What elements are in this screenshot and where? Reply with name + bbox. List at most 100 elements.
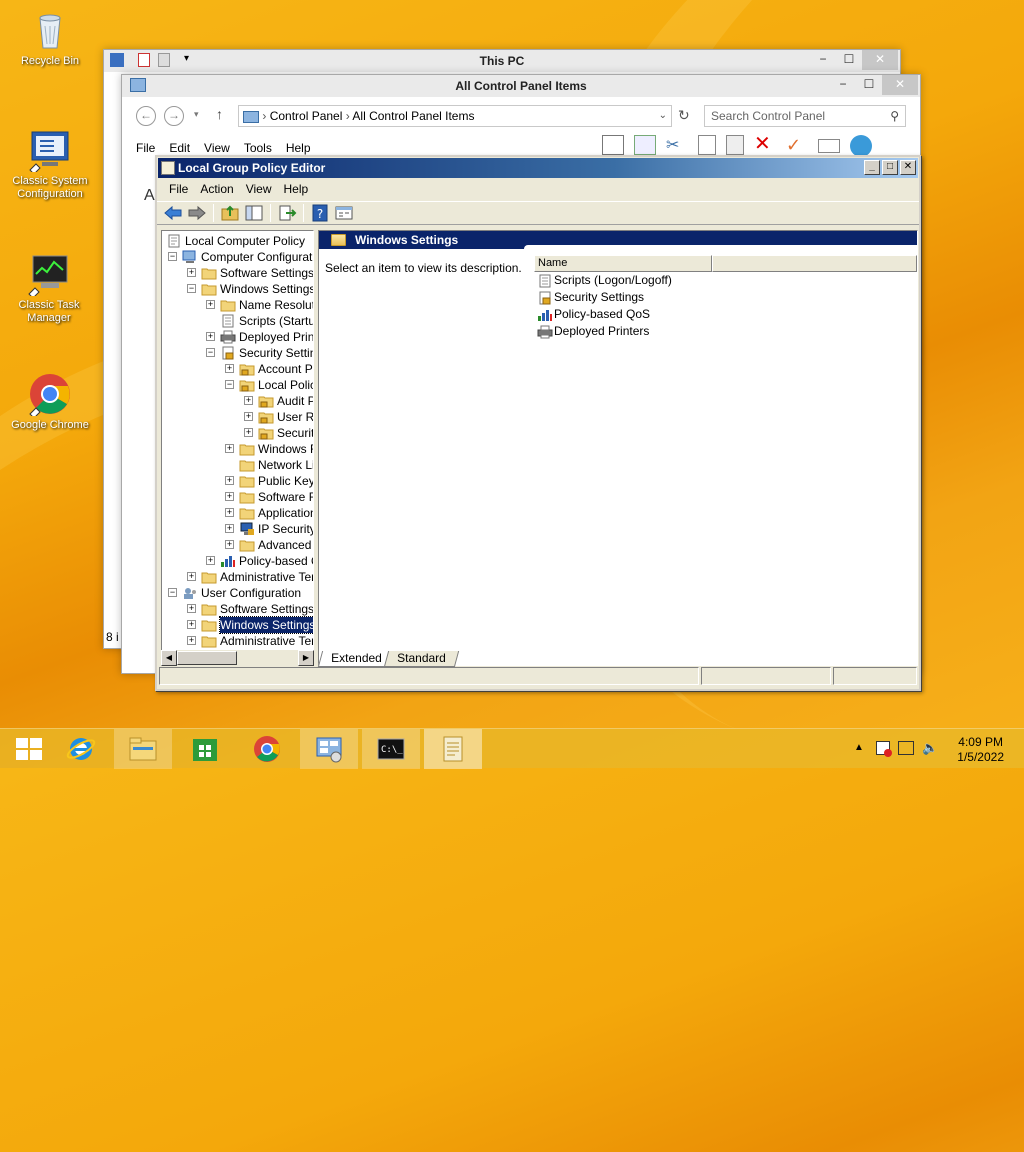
tree-node[interactable]: + Advanced . bbox=[162, 537, 313, 553]
desktop-icon-classic-task-manager[interactable]: Classic Task Manager bbox=[4, 252, 94, 325]
tree-node[interactable]: + Application bbox=[162, 505, 313, 521]
menu-action[interactable]: Action bbox=[194, 179, 239, 201]
menu-view[interactable]: View bbox=[240, 179, 278, 201]
expand-icon[interactable]: + bbox=[225, 364, 234, 373]
column-header-empty[interactable] bbox=[712, 255, 917, 272]
expand-icon[interactable]: + bbox=[225, 444, 234, 453]
expand-icon[interactable]: + bbox=[244, 412, 253, 421]
expand-icon[interactable]: + bbox=[225, 492, 234, 501]
close-button[interactable]: ✕ bbox=[900, 160, 916, 175]
tree-node[interactable]: + Account Po bbox=[162, 361, 313, 377]
expand-icon[interactable]: + bbox=[187, 636, 196, 645]
search-input[interactable]: Search Control Panel ⚲ bbox=[704, 105, 906, 127]
minimize-button[interactable]: _ bbox=[864, 160, 880, 175]
tree-node[interactable]: + Software R bbox=[162, 489, 313, 505]
tree-node[interactable]: + Policy-based Q bbox=[162, 553, 313, 569]
expand-icon[interactable]: + bbox=[225, 476, 234, 485]
paste-icon[interactable] bbox=[726, 135, 744, 155]
gpo-titlebar[interactable]: Local Group Policy Editor _ □ ✕ bbox=[158, 158, 918, 178]
maximize-button[interactable]: □ bbox=[882, 160, 898, 175]
refresh-icon[interactable]: ↻ bbox=[678, 107, 690, 124]
expand-icon[interactable]: + bbox=[206, 556, 215, 565]
taskbar-file-explorer[interactable] bbox=[114, 729, 172, 769]
back-arrow-icon[interactable] bbox=[163, 204, 183, 222]
desktop-icon-recycle-bin[interactable]: Recycle Bin bbox=[5, 8, 95, 68]
list-item[interactable]: Policy-based QoS bbox=[534, 306, 917, 323]
up-folder-icon[interactable] bbox=[220, 204, 240, 222]
copy-icon[interactable] bbox=[698, 135, 716, 155]
maximize-button[interactable]: ☐ bbox=[856, 75, 882, 95]
tree-node[interactable]: + Software Settings bbox=[162, 601, 313, 617]
minimize-button[interactable]: − bbox=[830, 75, 856, 95]
expand-icon[interactable]: + bbox=[187, 268, 196, 277]
tree-node[interactable]: Network Lis bbox=[162, 457, 313, 473]
show-hide-tree-icon[interactable] bbox=[244, 204, 264, 222]
tree-node[interactable]: Local Computer Policy bbox=[162, 233, 313, 249]
tree-node[interactable]: − User Configuration bbox=[162, 585, 313, 601]
network-icon[interactable] bbox=[898, 741, 914, 755]
expand-icon[interactable]: + bbox=[187, 620, 196, 629]
menu-help[interactable]: Help bbox=[278, 179, 315, 201]
desktop-icon-google-chrome[interactable]: Google Chrome bbox=[5, 372, 95, 432]
expand-icon[interactable]: + bbox=[187, 572, 196, 581]
help-icon[interactable]: ? bbox=[310, 204, 330, 222]
tree-node[interactable]: Scripts (Startup bbox=[162, 313, 313, 329]
taskbar-control-panel[interactable] bbox=[300, 729, 358, 769]
tab-standard[interactable]: Standard bbox=[383, 651, 459, 667]
volume-muted-icon[interactable]: 🔈 bbox=[922, 740, 938, 756]
forward-arrow-icon[interactable] bbox=[187, 204, 207, 222]
scroll-right-button[interactable]: ▶ bbox=[298, 650, 314, 666]
tree-node[interactable]: + Windows Settings bbox=[162, 616, 313, 634]
taskbar-command-prompt[interactable]: C:\_ bbox=[362, 729, 420, 769]
expand-icon[interactable]: + bbox=[187, 604, 196, 613]
properties-pane-icon[interactable] bbox=[334, 204, 354, 222]
tree-node[interactable]: + Audit P bbox=[162, 393, 313, 409]
minimize-button[interactable]: − bbox=[810, 50, 836, 70]
close-button[interactable]: ✕ bbox=[882, 75, 918, 95]
expand-icon[interactable]: + bbox=[244, 396, 253, 405]
properties-icon[interactable] bbox=[634, 135, 656, 155]
collapse-icon[interactable]: − bbox=[225, 380, 234, 389]
tree-node[interactable]: + Securit bbox=[162, 425, 313, 441]
tree-node[interactable]: + Administrative Tem bbox=[162, 633, 313, 649]
layout-icon[interactable] bbox=[602, 135, 624, 155]
tree-node[interactable]: − Windows Settings bbox=[162, 281, 313, 297]
tree-node[interactable]: + User Ri bbox=[162, 409, 313, 425]
clock[interactable]: 4:09 PM 1/5/2022 bbox=[957, 735, 1004, 765]
taskbar-group-policy-editor[interactable] bbox=[424, 729, 482, 769]
show-hidden-icons[interactable]: ▲ bbox=[854, 742, 864, 753]
tree-horizontal-scrollbar[interactable]: ◀ ▶ bbox=[161, 650, 314, 666]
this-pc-titlebar[interactable]: ▾ This PC − ☐ ✕ bbox=[104, 50, 900, 72]
up-arrow-icon[interactable]: ↑ bbox=[216, 106, 223, 122]
menu-file[interactable]: File bbox=[163, 179, 194, 201]
collapse-icon[interactable]: − bbox=[168, 252, 177, 261]
action-center-icon[interactable] bbox=[876, 741, 892, 757]
expand-icon[interactable]: + bbox=[225, 540, 234, 549]
tree-node[interactable]: − Local Policie bbox=[162, 377, 313, 393]
tree-node[interactable]: + Public Key I bbox=[162, 473, 313, 489]
tree-node[interactable]: + Name Resolutic bbox=[162, 297, 313, 313]
collapse-icon[interactable]: − bbox=[206, 348, 215, 357]
menu-view[interactable]: View bbox=[204, 141, 230, 155]
collapse-icon[interactable]: − bbox=[168, 588, 177, 597]
tree-node[interactable]: + Software Settings bbox=[162, 265, 313, 281]
cut-icon[interactable]: ✂ bbox=[666, 135, 688, 155]
tree-node[interactable]: + Administrative Tem bbox=[162, 569, 313, 585]
tree-node[interactable]: + Deployed Printe bbox=[162, 329, 313, 345]
menu-help[interactable]: Help bbox=[286, 141, 311, 155]
expand-icon[interactable]: + bbox=[206, 332, 215, 341]
column-header-name[interactable]: Name bbox=[534, 255, 712, 272]
expand-icon[interactable]: + bbox=[206, 300, 215, 309]
rename-icon[interactable]: ✓ bbox=[786, 135, 808, 155]
expand-icon[interactable]: + bbox=[225, 524, 234, 533]
expand-icon[interactable]: + bbox=[244, 428, 253, 437]
close-button[interactable]: ✕ bbox=[862, 50, 898, 70]
tree-node[interactable]: − Security Setting bbox=[162, 345, 313, 361]
policy-tree[interactable]: Local Computer Policy − Computer Configura… bbox=[161, 230, 314, 666]
menu-tools[interactable]: Tools bbox=[244, 141, 272, 155]
forward-button[interactable]: → bbox=[164, 106, 184, 126]
address-box[interactable]: › Control Panel › All Control Panel Item… bbox=[238, 105, 672, 127]
breadcrumb-all-items[interactable]: All Control Panel Items bbox=[352, 109, 474, 123]
start-button[interactable] bbox=[0, 729, 58, 769]
menu-file[interactable]: File bbox=[136, 141, 155, 155]
